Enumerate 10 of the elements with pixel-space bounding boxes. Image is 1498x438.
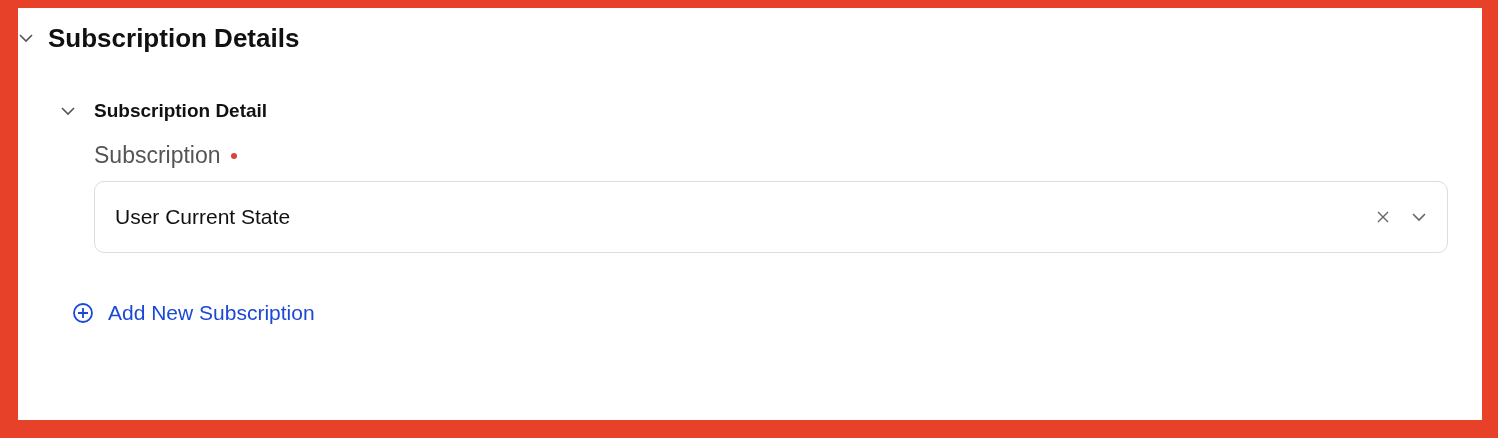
- add-icon: [72, 302, 94, 324]
- dropdown-icon[interactable]: [1411, 212, 1427, 222]
- chevron-icon[interactable]: [60, 106, 76, 116]
- add-subscription-link[interactable]: Add New Subscription: [72, 301, 315, 325]
- subscription-select[interactable]: User Current State: [94, 181, 1448, 253]
- field-label: Subscription: [94, 142, 221, 169]
- section-title: Subscription Details: [48, 22, 300, 54]
- chevron-icon[interactable]: [18, 33, 34, 43]
- clear-icon[interactable]: [1377, 211, 1389, 223]
- group-title: Subscription Detail: [94, 100, 268, 122]
